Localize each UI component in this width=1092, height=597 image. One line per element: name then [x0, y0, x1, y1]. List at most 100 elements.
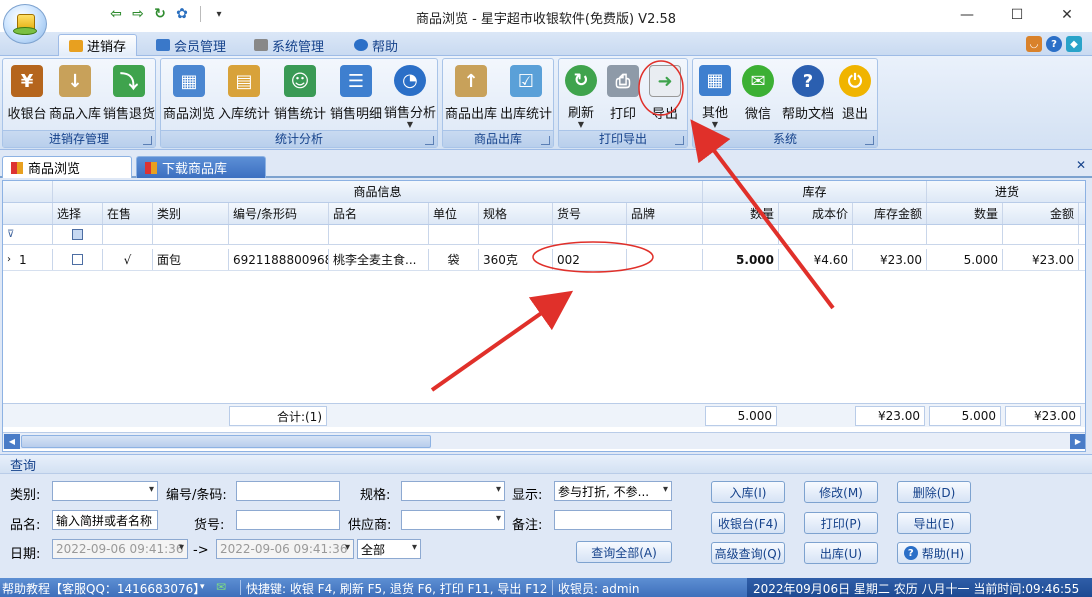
- tab-member[interactable]: 会员管理: [146, 34, 236, 56]
- help-circle-icon[interactable]: ?: [1046, 36, 1062, 52]
- scroll-left-icon[interactable]: ◀: [4, 434, 20, 449]
- tab-system[interactable]: 系统管理: [244, 34, 334, 56]
- col-stock-amount[interactable]: 库存金额: [853, 203, 927, 224]
- col-spec[interactable]: 规格: [479, 203, 553, 224]
- horizontal-scrollbar[interactable]: ◀ ▶: [3, 432, 1085, 449]
- col-unit[interactable]: 单位: [429, 203, 479, 224]
- export-button[interactable]: ➜ 导出: [645, 61, 685, 129]
- delete-button[interactable]: 删除(D): [897, 481, 971, 503]
- stock-in-query-button[interactable]: 入库(I): [711, 481, 785, 503]
- doc-tab-browse[interactable]: 商品浏览: [2, 156, 132, 178]
- pos-button[interactable]: ¥ 收银台: [5, 61, 49, 129]
- filter-cell[interactable]: [429, 225, 479, 244]
- minimize-button[interactable]: —: [942, 0, 992, 30]
- barcode-input[interactable]: [236, 481, 340, 501]
- wechat-button[interactable]: ✉ 微信: [737, 61, 779, 129]
- sales-analysis-button[interactable]: ◔ 销售分析 ▼: [383, 61, 437, 129]
- help-doc-button[interactable]: ? 帮助文档: [781, 61, 835, 129]
- close-tab-icon[interactable]: ✕: [1076, 158, 1086, 172]
- group-launcher-icon[interactable]: [425, 136, 434, 145]
- cart-icon[interactable]: ◡: [1026, 36, 1042, 52]
- exit-label: 退出: [841, 107, 868, 122]
- dropdown-arrow-icon[interactable]: ▾: [200, 582, 205, 592]
- col-onsale[interactable]: 在售: [103, 203, 153, 224]
- date-from-picker[interactable]: 2022-09-06 09:41:36: [52, 539, 188, 559]
- stock-in-stats-button[interactable]: ▤ 入库统计: [217, 61, 271, 129]
- table-row[interactable]: › 1 √ 面包 6921188800968 桃李全麦主食... 袋 360克 0…: [3, 249, 1085, 271]
- modify-button[interactable]: 修改(M): [804, 481, 878, 503]
- browse-button[interactable]: ▦ 商品浏览: [163, 61, 215, 129]
- tab-jxc[interactable]: 进销存: [58, 34, 138, 56]
- filter-cell[interactable]: [927, 225, 1003, 244]
- wechat-icon[interactable]: ✉: [216, 580, 226, 594]
- filter-select-all[interactable]: [53, 225, 103, 244]
- sales-analysis-label: 销售分析: [383, 106, 436, 121]
- stock-out-stats-button[interactable]: ☑ 出库统计: [499, 61, 553, 129]
- close-button[interactable]: ✕: [1042, 0, 1092, 30]
- display-select[interactable]: 参与打折, 不参...: [554, 481, 672, 501]
- help-button[interactable]: ? 帮助(H): [897, 542, 971, 564]
- doc-tab-download[interactable]: 下载商品库: [136, 156, 266, 178]
- inventory-icon: [69, 39, 83, 52]
- scroll-right-icon[interactable]: ▶: [1070, 434, 1085, 449]
- category-select[interactable]: [52, 481, 158, 501]
- sales-stats-button[interactable]: ☺ 销售统计: [273, 61, 327, 129]
- stock-out-query-button[interactable]: 出库(U): [804, 542, 878, 564]
- filter-cell[interactable]: [1003, 225, 1079, 244]
- filter-cell[interactable]: [853, 225, 927, 244]
- stock-in-stats-label: 入库统计: [217, 107, 270, 122]
- filter-cell[interactable]: [329, 225, 429, 244]
- print-button[interactable]: ⎙ 打印: [603, 61, 643, 129]
- skin-icon[interactable]: ◆: [1066, 36, 1082, 52]
- status-help-link[interactable]: 帮助教程【客服QQ：1416683076】: [2, 580, 205, 597]
- col-name[interactable]: 品名: [329, 203, 429, 224]
- col-itemno[interactable]: 货号: [553, 203, 627, 224]
- col-purchase-amount[interactable]: 金额: [1003, 203, 1079, 224]
- col-cost[interactable]: 成本价: [779, 203, 853, 224]
- stock-in-button[interactable]: ↓ 商品入库: [49, 61, 101, 129]
- filter-cell[interactable]: [103, 225, 153, 244]
- group-launcher-icon[interactable]: [143, 136, 152, 145]
- advanced-query-button[interactable]: 高级查询(Q): [711, 542, 785, 564]
- supplier-select[interactable]: [401, 510, 505, 530]
- filter-cell[interactable]: [479, 225, 553, 244]
- filter-cell[interactable]: [779, 225, 853, 244]
- col-select[interactable]: 选择: [53, 203, 103, 224]
- exit-button[interactable]: ⏻ 退出: [835, 61, 875, 129]
- name-input[interactable]: 输入简拼或者名称: [52, 510, 158, 530]
- filter-cell[interactable]: [627, 225, 703, 244]
- sales-detail-button[interactable]: ☰ 销售明细: [329, 61, 383, 129]
- col-barcode[interactable]: 编号/条形码: [229, 203, 329, 224]
- other-button[interactable]: ▦ 其他 ▼: [695, 61, 735, 129]
- filter-icon[interactable]: ⊽: [3, 225, 53, 244]
- col-brand[interactable]: 品牌: [627, 203, 703, 224]
- col-purchase-qty[interactable]: 数量: [927, 203, 1003, 224]
- row-select-checkbox[interactable]: [53, 249, 103, 270]
- col-category[interactable]: 类别: [153, 203, 229, 224]
- print-query-button[interactable]: 打印(P): [804, 512, 878, 534]
- group-launcher-icon[interactable]: [541, 136, 550, 145]
- date-range-select[interactable]: 全部: [357, 539, 421, 559]
- filter-cell[interactable]: [153, 225, 229, 244]
- refresh-button[interactable]: ↻ 刷新 ▼: [561, 61, 601, 129]
- group-launcher-icon[interactable]: [675, 136, 684, 145]
- return-button[interactable]: ⤵ 销售退货: [103, 61, 155, 129]
- row-onsale[interactable]: √: [103, 249, 153, 270]
- app-logo[interactable]: [3, 4, 47, 44]
- date-to-picker[interactable]: 2022-09-06 09:41:36: [216, 539, 354, 559]
- filter-cell[interactable]: [229, 225, 329, 244]
- group-launcher-icon[interactable]: [865, 136, 874, 145]
- remark-input[interactable]: [554, 510, 672, 530]
- scroll-thumb[interactable]: [21, 435, 431, 448]
- maximize-button[interactable]: ☐: [992, 0, 1042, 30]
- filter-cell[interactable]: [703, 225, 779, 244]
- stock-out-button[interactable]: ↑ 商品出库: [445, 61, 497, 129]
- spec-select[interactable]: [401, 481, 505, 501]
- col-stock-qty[interactable]: 数量: [703, 203, 779, 224]
- query-all-button[interactable]: 查询全部(A): [576, 541, 672, 563]
- export-query-button[interactable]: 导出(E): [897, 512, 971, 534]
- tab-help[interactable]: 帮助: [344, 34, 408, 56]
- itemno-input[interactable]: [236, 510, 340, 530]
- filter-cell[interactable]: [553, 225, 627, 244]
- pos-query-button[interactable]: 收银台(F4): [711, 512, 785, 534]
